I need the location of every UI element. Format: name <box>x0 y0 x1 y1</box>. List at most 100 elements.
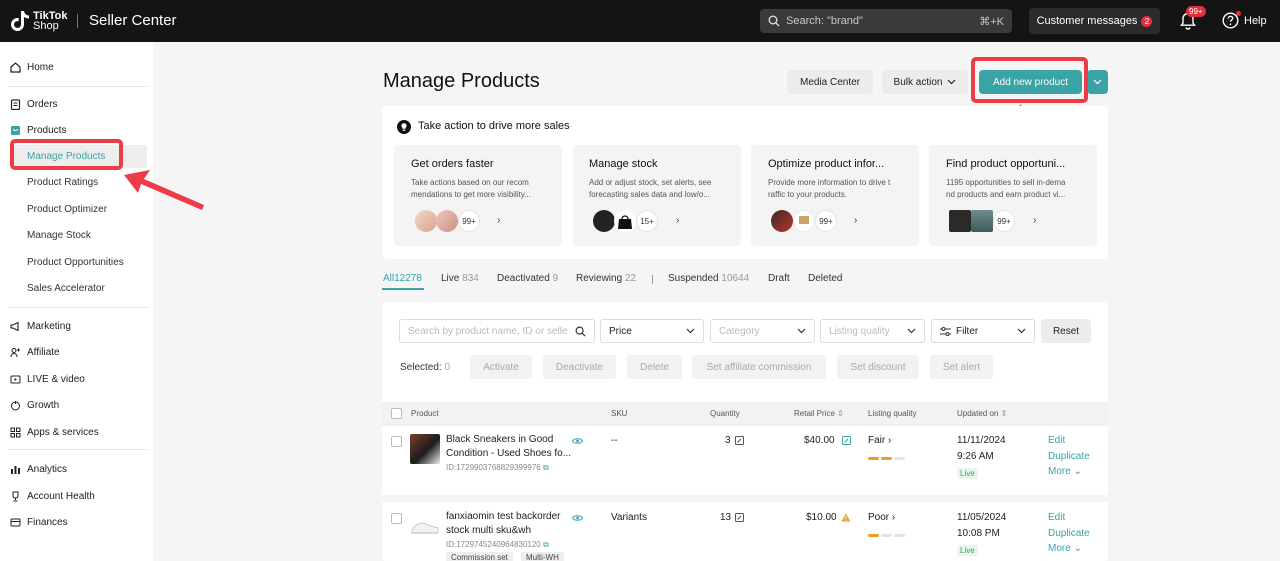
sidebar-item-manage-stock[interactable]: Manage Stock <box>27 228 91 244</box>
delete-button[interactable]: Delete <box>627 355 682 379</box>
home-icon <box>10 61 21 73</box>
tip-card-desc: Add or adjust stock, set alerts, see for… <box>589 178 712 199</box>
sidebar-item-label: Affiliate <box>27 346 60 358</box>
sidebar-item-product-optimizer[interactable]: Product Optimizer <box>27 202 107 218</box>
sku-cell: -- <box>611 435 618 446</box>
tip-card-desc: 1195 opportunities to sell in-dema nd pr… <box>946 178 1066 199</box>
quality-bar-segment <box>881 457 892 460</box>
set-affiliate-commission-button[interactable]: Set affiliate commission <box>692 355 826 379</box>
sidebar-item-finances[interactable]: Finances <box>10 514 68 530</box>
price-select-label: Price <box>609 325 632 337</box>
edit-icon[interactable] <box>735 513 744 525</box>
sidebar-item-apps-services[interactable]: Apps & services <box>10 424 99 440</box>
duplicate-link[interactable]: Duplicate <box>1048 451 1090 462</box>
tab-count: 834 <box>462 273 479 284</box>
sidebar-item-marketing[interactable]: Marketing <box>10 318 71 334</box>
category-select[interactable]: Category <box>710 319 815 343</box>
activate-button[interactable]: Activate <box>470 355 532 379</box>
column-header-retail-price[interactable]: Retail Price ⇕ <box>794 409 844 418</box>
set-discount-button[interactable]: Set discount <box>837 355 919 379</box>
reset-button[interactable]: Reset <box>1041 319 1091 343</box>
tab-deactivated[interactable]: Deactivated 9 <box>497 273 558 284</box>
chevron-right-icon: › <box>1033 215 1037 226</box>
sidebar-item-orders[interactable]: Orders <box>10 96 58 112</box>
sidebar-item-product-ratings[interactable]: Product Ratings <box>27 175 98 191</box>
product-image[interactable] <box>410 434 440 464</box>
chevron-right-icon: › <box>497 215 501 226</box>
add-product-dropdown-button[interactable] <box>1087 70 1108 94</box>
sidebar-item-growth[interactable]: Growth <box>10 397 59 413</box>
sidebar-item-label: LIVE & video <box>27 373 85 385</box>
sku-cell[interactable]: Variants <box>611 512 647 523</box>
edit-link[interactable]: Edit <box>1048 512 1065 523</box>
deactivate-button[interactable]: Deactivate <box>543 355 616 379</box>
tiktok-shop-logo[interactable]: TikTok Shop <box>10 9 67 33</box>
sidebar-item-live-video[interactable]: LIVE & video <box>10 371 85 387</box>
product-id: ID:1729745240964830120 ⧉ <box>446 540 549 550</box>
listing-quality-cell[interactable]: Fair › <box>868 435 891 446</box>
tab-label: Live <box>441 273 460 284</box>
filter-select[interactable]: Filter <box>931 319 1035 343</box>
row-checkbox[interactable] <box>391 436 402 447</box>
more-link[interactable]: More ⌄ <box>1048 543 1082 554</box>
tip-card-count: 99+ <box>458 210 480 232</box>
sidebar-item-sales-accelerator[interactable]: Sales Accelerator <box>27 281 105 297</box>
copy-icon[interactable]: ⧉ <box>543 540 549 549</box>
chevron-down-icon <box>948 79 956 85</box>
product-thumbnail <box>415 210 437 232</box>
eye-icon[interactable] <box>571 513 584 525</box>
more-link[interactable]: More ⌄ <box>1048 466 1082 477</box>
listing-quality-cell[interactable]: Poor › <box>868 512 895 523</box>
product-thumbnail <box>949 210 971 232</box>
sidebar-item-label: Growth <box>27 399 60 411</box>
listing-quality-text: Poor <box>868 512 890 523</box>
live-video-icon <box>10 375 21 383</box>
edit-link[interactable]: Edit <box>1048 435 1065 446</box>
sidebar-item-affiliate[interactable]: Affiliate <box>10 344 60 360</box>
select-all-checkbox[interactable] <box>391 408 402 419</box>
sidebar-item-home[interactable]: Home <box>10 59 54 75</box>
edit-icon[interactable] <box>842 436 851 448</box>
customer-messages-button[interactable]: Customer messages 2 <box>1029 8 1160 34</box>
product-name[interactable]: fanxiaomin test backorder stock multi sk… <box>446 510 574 538</box>
tab-all[interactable]: All12278 <box>383 273 422 284</box>
product-name[interactable]: Black Sneakers in Good Condition - Used … <box>446 433 574 461</box>
help-button[interactable]: Help <box>1222 12 1267 29</box>
copy-icon[interactable]: ⧉ <box>543 463 549 472</box>
listing-quality-select[interactable]: Listing quality <box>820 319 925 343</box>
eye-icon[interactable] <box>571 436 584 448</box>
quantity-cell: 3 <box>725 435 731 446</box>
duplicate-link[interactable]: Duplicate <box>1048 528 1090 539</box>
apps-icon <box>10 427 21 437</box>
set-alert-button[interactable]: Set alert <box>930 355 993 379</box>
sidebar-item-product-opportunities[interactable]: Product Opportunities <box>27 255 124 271</box>
tab-reviewing[interactable]: Reviewing 22 <box>576 273 636 284</box>
row-checkbox[interactable] <box>391 513 402 524</box>
tab-suspended[interactable]: Suspended 10644 <box>668 273 749 284</box>
orders-icon <box>10 98 21 110</box>
column-header-updated-on[interactable]: Updated on ⇕ <box>957 409 1007 418</box>
sidebar-item-analytics[interactable]: Analytics <box>10 461 67 477</box>
affiliate-icon <box>10 347 20 357</box>
selected-count: Selected: 0 <box>400 362 450 373</box>
product-id-text: ID:1729903768829399976 <box>446 463 541 472</box>
product-image[interactable] <box>410 511 440 541</box>
bulk-action-button[interactable]: Bulk action <box>882 70 968 94</box>
media-center-button[interactable]: Media Center <box>787 70 873 94</box>
product-thumbnail <box>771 210 793 232</box>
tab-deleted[interactable]: Deleted <box>808 273 842 284</box>
sidebar-item-account-health[interactable]: Account Health <box>10 488 95 504</box>
product-search-input[interactable]: Search by product name, ID or seller SKU <box>399 319 595 343</box>
global-search-input[interactable]: Search: "brand" ⌘+K <box>760 9 1012 33</box>
price-select[interactable]: Price <box>600 319 704 343</box>
warning-icon[interactable] <box>841 513 851 525</box>
tab-label: Suspended <box>668 273 719 284</box>
tab-label: Reviewing <box>576 273 623 284</box>
product-id-text: ID:1729745240964830120 <box>446 540 541 549</box>
edit-icon[interactable] <box>735 436 744 448</box>
tab-draft[interactable]: Draft <box>768 273 790 284</box>
tiktok-logo-icon <box>10 10 30 32</box>
tab-live[interactable]: Live 834 <box>441 273 479 284</box>
quality-bar-segment <box>894 457 905 460</box>
sidebar-item-products[interactable]: Products <box>10 122 66 138</box>
